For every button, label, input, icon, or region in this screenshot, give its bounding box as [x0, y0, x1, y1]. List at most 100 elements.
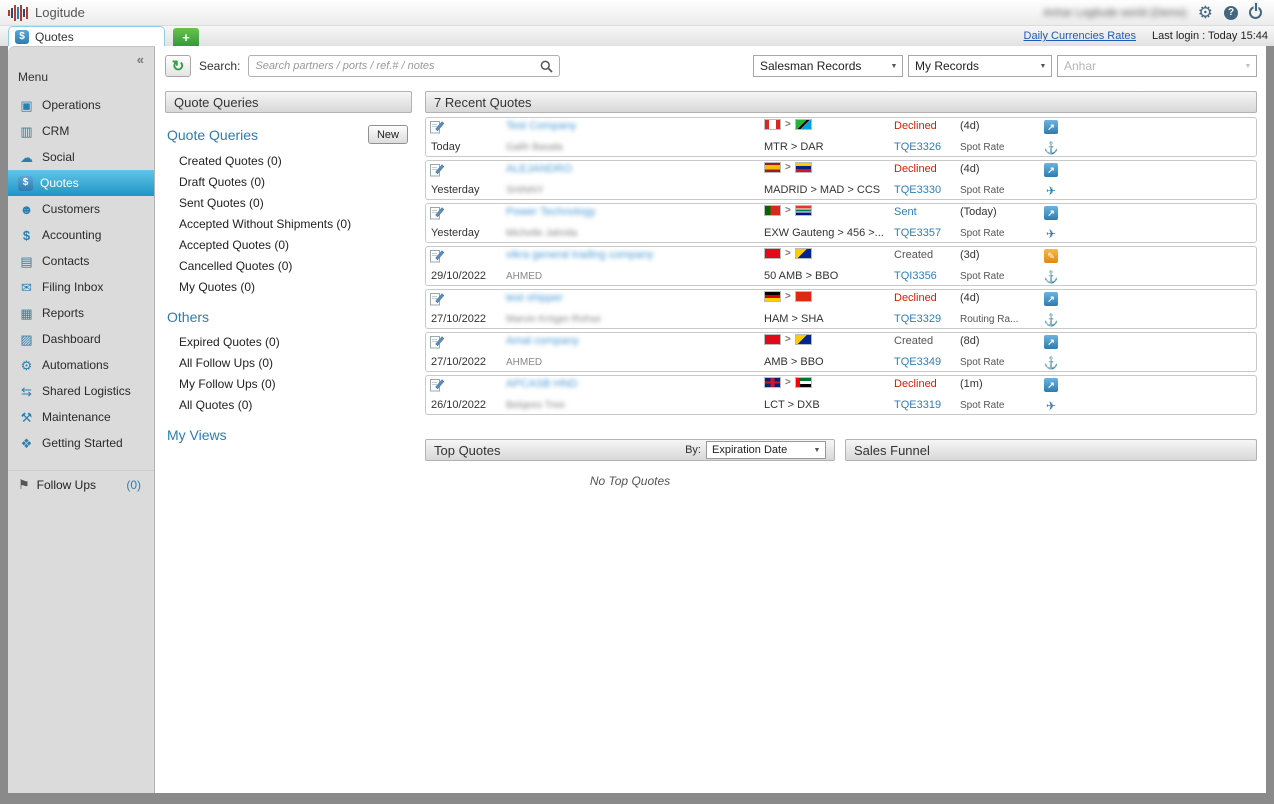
- query-list-item[interactable]: All Follow Ups (0): [167, 352, 412, 373]
- destination-flag-icon: [794, 119, 812, 130]
- daily-currencies-link[interactable]: Daily Currencies Rates: [1024, 30, 1136, 42]
- query-list-item[interactable]: Draft Quotes (0): [167, 171, 412, 192]
- note-icon[interactable]: [430, 205, 506, 225]
- company-link[interactable]: APCASB HND: [506, 378, 764, 390]
- sidebar-item[interactable]: Maintenance: [8, 404, 154, 430]
- company-link[interactable]: vikra general trading company: [506, 249, 764, 261]
- company-link[interactable]: Test Company: [506, 120, 764, 132]
- logo-text: Logitude: [35, 5, 85, 20]
- quote-age: (4d): [960, 163, 980, 175]
- sidebar-item[interactable]: Shared Logistics: [8, 378, 154, 404]
- quote-row[interactable]: 27/10/2022 Amal company AHMED > AMB > BB…: [425, 332, 1257, 372]
- sidebar-item[interactable]: CRM: [8, 118, 154, 144]
- query-list-item[interactable]: Accepted Without Shipments (0): [167, 213, 412, 234]
- note-icon[interactable]: [430, 162, 506, 182]
- query-list-item[interactable]: My Quotes (0): [167, 276, 412, 297]
- query-list-item[interactable]: Created Quotes (0): [167, 150, 412, 171]
- sidebar-item[interactable]: Reports: [8, 300, 154, 326]
- sidebar-item[interactable]: Accounting: [8, 222, 154, 248]
- quotes-tab-icon: $: [15, 29, 29, 44]
- company-link[interactable]: test shipper: [506, 292, 764, 304]
- quote-row[interactable]: Yesterday ALEJANDRO SHINNY > MADRID > MA…: [425, 160, 1257, 200]
- sidebar-item[interactable]: Customers: [8, 196, 154, 222]
- route-text: AMB > BBO: [764, 356, 824, 368]
- quote-ref-link[interactable]: TQE3319: [894, 399, 960, 411]
- note-icon[interactable]: [430, 291, 506, 311]
- help-icon[interactable]: ?: [1224, 5, 1238, 20]
- search-icon[interactable]: [540, 60, 553, 73]
- transport-mode-icon: [1044, 142, 1059, 154]
- logout-power-icon[interactable]: [1249, 3, 1262, 19]
- quote-row[interactable]: Yesterday Power Technology Michelle Jahn…: [425, 203, 1257, 243]
- quote-action-icon[interactable]: [1044, 206, 1058, 220]
- quote-ref-link[interactable]: TQE3326: [894, 141, 960, 153]
- note-icon[interactable]: [430, 377, 506, 397]
- quote-ref-link[interactable]: TQI3356: [894, 270, 960, 282]
- quote-action-icon[interactable]: [1044, 249, 1058, 263]
- quote-ref-link[interactable]: TQE3357: [894, 227, 960, 239]
- sidebar-item[interactable]: Operations: [8, 92, 154, 118]
- query-list-item[interactable]: Expired Quotes (0): [167, 331, 412, 352]
- transport-mode-icon: [1044, 314, 1059, 326]
- sidebar-item[interactable]: Filing Inbox: [8, 274, 154, 300]
- quote-row[interactable]: Today Test Company Galih Basala > MTR > …: [425, 117, 1257, 157]
- quote-row[interactable]: 27/10/2022 test shipper Marvin Kröger-Ro…: [425, 289, 1257, 329]
- note-icon[interactable]: [430, 248, 506, 268]
- salesman-records-select[interactable]: Salesman Records ▼: [753, 55, 903, 77]
- origin-flag-icon: [764, 334, 781, 345]
- sidebar-item[interactable]: Automations: [8, 352, 154, 378]
- others-list: Expired Quotes (0) All Follow Ups (0) My…: [167, 331, 412, 415]
- new-query-button[interactable]: New: [368, 125, 408, 144]
- quote-action-icon[interactable]: [1044, 335, 1058, 349]
- quote-ref-link[interactable]: TQE3349: [894, 356, 960, 368]
- route-text: EXW Gauteng > 456 >...: [764, 227, 884, 239]
- quote-row[interactable]: 29/10/2022 vikra general trading company…: [425, 246, 1257, 286]
- quote-action-icon[interactable]: [1044, 163, 1058, 177]
- route-arrow: >: [785, 248, 791, 259]
- note-icon[interactable]: [430, 119, 506, 139]
- transport-mode-icon: [1046, 185, 1056, 197]
- quote-action-icon[interactable]: [1044, 120, 1058, 134]
- query-list-item[interactable]: My Follow Ups (0): [167, 373, 412, 394]
- menu-item-icon: [18, 437, 35, 450]
- status-badge: Declined: [894, 163, 937, 175]
- quote-ref-link[interactable]: TQE3330: [894, 184, 960, 196]
- company-link[interactable]: ALEJANDRO: [506, 163, 764, 175]
- query-list-item[interactable]: Cancelled Quotes (0): [167, 255, 412, 276]
- my-records-select[interactable]: My Records ▼: [908, 55, 1052, 77]
- sidebar-item-label: Customers: [42, 202, 101, 216]
- quote-ref-link[interactable]: TQE3329: [894, 313, 960, 325]
- transport-mode-icon: [1046, 400, 1056, 412]
- top-quotes-panel: Top Quotes By: Expiration Date ▼ No Top …: [425, 439, 835, 488]
- sales-funnel-header: Sales Funnel: [845, 439, 1257, 461]
- main-content: ↻ Search: Salesman Records ▼ My Recor: [155, 46, 1266, 793]
- sidebar-item[interactable]: Quotes: [8, 170, 154, 196]
- company-link[interactable]: Amal company: [506, 335, 764, 347]
- sidebar-item[interactable]: Contacts: [8, 248, 154, 274]
- refresh-button[interactable]: ↻: [165, 55, 191, 77]
- new-tab-button[interactable]: +: [173, 28, 199, 46]
- quote-age: (4d): [960, 292, 980, 304]
- query-list-item[interactable]: All Quotes (0): [167, 394, 412, 415]
- menu-item-icon: [18, 411, 35, 424]
- sidebar-item-follow-ups[interactable]: ⚑ Follow Ups (0): [8, 470, 154, 498]
- sidebar-item[interactable]: Getting Started: [8, 430, 154, 456]
- tab-quotes[interactable]: $ Quotes: [8, 26, 165, 46]
- user-filter-select[interactable]: Anhar ▼: [1057, 55, 1257, 77]
- sidebar-item[interactable]: Social: [8, 144, 154, 170]
- chevron-down-icon: ▼: [813, 446, 821, 454]
- settings-gear-icon[interactable]: ⚙: [1198, 4, 1213, 21]
- note-icon[interactable]: [430, 334, 506, 354]
- query-list-item[interactable]: Sent Quotes (0): [167, 192, 412, 213]
- company-link[interactable]: Power Technology: [506, 206, 764, 218]
- quote-action-icon[interactable]: [1044, 378, 1058, 392]
- sidebar-item[interactable]: Dashboard: [8, 326, 154, 352]
- quote-row[interactable]: 26/10/2022 APCASB HND Belqees Tree > LCT…: [425, 375, 1257, 415]
- sidebar-collapse-icon[interactable]: «: [127, 50, 154, 67]
- menu-item-icon: [18, 229, 35, 242]
- top-quotes-sort-select[interactable]: Expiration Date ▼: [706, 441, 826, 459]
- query-list-item[interactable]: Accepted Quotes (0): [167, 234, 412, 255]
- search-input[interactable]: [255, 60, 541, 72]
- origin-flag-icon: [764, 162, 781, 173]
- quote-action-icon[interactable]: [1044, 292, 1058, 306]
